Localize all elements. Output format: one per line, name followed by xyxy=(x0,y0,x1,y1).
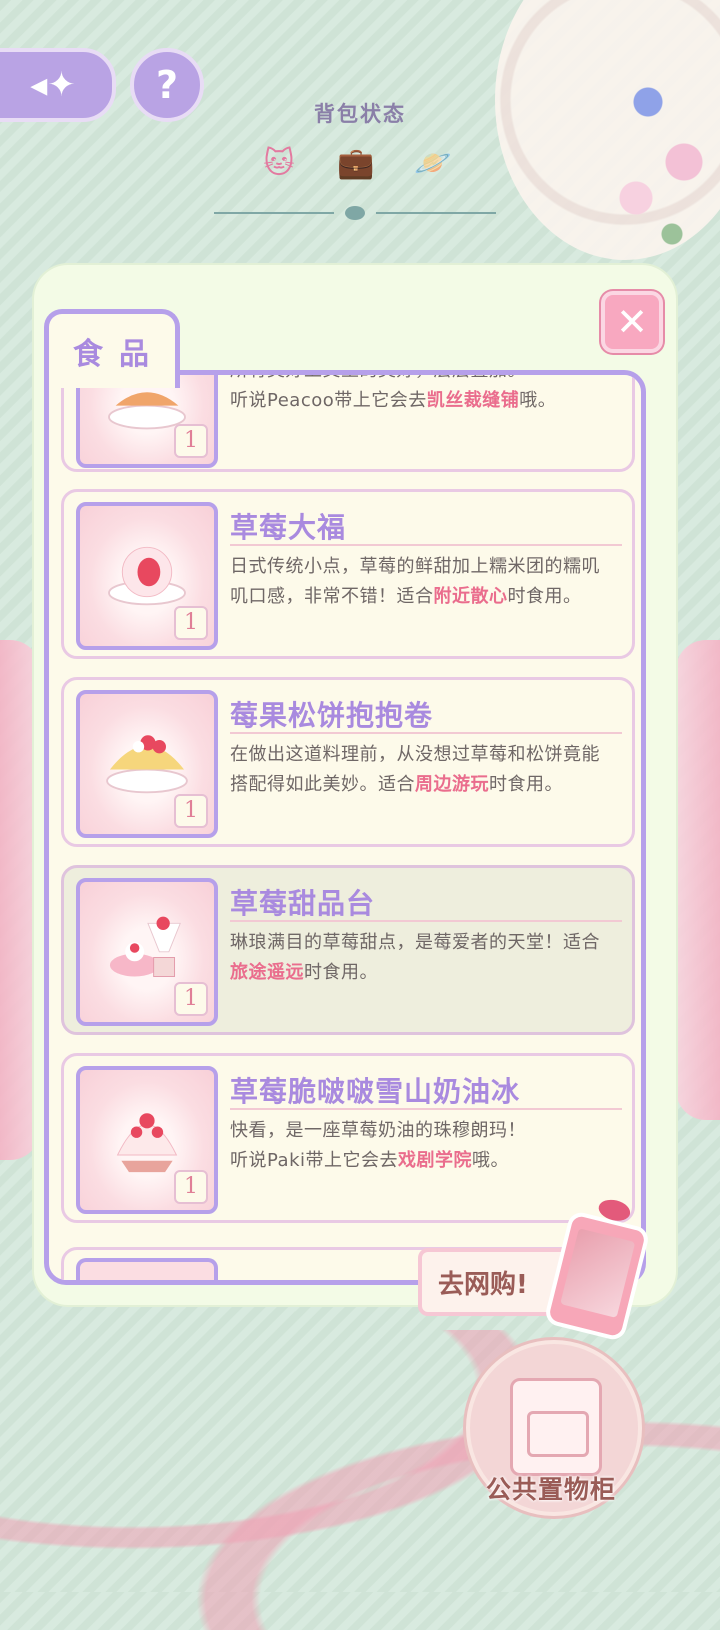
description-text: 时食用。 xyxy=(489,774,563,795)
flower-decoration xyxy=(600,30,720,270)
list-item[interactable]: 1 草莓大福日式传统小点，草莓的鲜甜加上糯米团的糯叽叽口感，非常不错！适合附近散心… xyxy=(61,489,635,659)
item-description: 快看，是一座草莓奶油的珠穆朗玛！ 听说Paki带上它会去戏剧学院哦。 xyxy=(230,1116,612,1176)
tab-food[interactable]: 食品 xyxy=(44,309,180,388)
destination-highlight: 凯丝裁缝铺 xyxy=(426,390,520,411)
description-text: 琳琅满目的草莓甜点，是莓爱者的天堂！适合 xyxy=(230,932,600,953)
bag-status-icons: 🐱 💼 🪐 xyxy=(256,140,456,188)
description-text: 哦。 xyxy=(472,1150,510,1171)
tab-food-label: 食品 xyxy=(73,337,165,372)
description-text: 时食用。 xyxy=(507,586,582,607)
description-text: 所有美好上交至的美好，层层叠加。 xyxy=(230,370,526,381)
go-shopping-label: 去网购! xyxy=(438,1269,528,1300)
planet-icon[interactable]: 🪐 xyxy=(410,140,456,186)
description-text: 快看，是一座草莓奶油的珠穆朗玛！ xyxy=(230,1120,526,1141)
description-text: 听说Peacoo带上它会去 xyxy=(230,390,427,411)
item-description: 日式传统小点，草莓的鲜甜加上糯米团的糯叽叽口感，非常不错！适合附近散心时食用。 xyxy=(230,552,612,612)
list-item[interactable]: 1 草莓甜品台琳琅满目的草莓甜点，是莓爱者的天堂！适合旅途遥远时食用。 xyxy=(61,865,635,1035)
food-thumbnail: 1 xyxy=(76,690,218,838)
right-side-decoration xyxy=(676,640,720,1120)
lace-doily-decoration xyxy=(495,0,720,260)
item-description: 琳琅满目的草莓甜点，是莓爱者的天堂！适合旅途遥远时食用。 xyxy=(230,928,612,988)
quantity-badge: 1 xyxy=(174,424,208,458)
item-name: 草莓脆啵啵雪山奶油冰 xyxy=(230,1070,622,1110)
food-thumbnail: 1 xyxy=(76,1066,218,1214)
public-cabinet-label: 公共置物柜 xyxy=(485,1475,616,1504)
item-name: 莓果松饼抱抱卷 xyxy=(230,694,622,734)
ornamental-divider xyxy=(214,206,496,220)
quantity-badge: 1 xyxy=(174,794,208,828)
destination-highlight: 旅途遥远 xyxy=(230,962,304,983)
food-icon xyxy=(116,1113,178,1173)
quantity-badge: 1 xyxy=(174,1170,208,1204)
quantity-badge: 1 xyxy=(174,606,208,640)
suitcase-icon[interactable]: 💼 xyxy=(333,140,379,186)
list-item[interactable]: 1 莓果松饼抱抱卷在做出这道料理前，从没想过草莓和松饼竟能搭配得如此美妙。适合周边… xyxy=(61,677,635,847)
food-icon xyxy=(108,546,186,606)
food-icon xyxy=(109,916,181,977)
description-text: 时食用。 xyxy=(304,962,378,983)
item-description: 所有美好上交至的美好，层层叠加。听说Peacoo带上它会去凯丝裁缝铺哦。 xyxy=(230,370,612,416)
item-description: 在做出这道料理前，从没想过草莓和松饼竟能搭配得如此美妙。适合周边游玩时食用。 xyxy=(230,740,612,800)
food-thumbnail xyxy=(76,1258,218,1280)
item-name: 草莓甜品台 xyxy=(230,882,622,922)
food-thumbnail: 1 xyxy=(76,878,218,1026)
food-icon xyxy=(106,735,188,794)
cat-bag-icon[interactable]: 🐱 xyxy=(256,140,302,186)
close-button[interactable]: ✕ xyxy=(601,291,663,353)
item-name: 草莓大福 xyxy=(230,506,622,546)
back-arrow-icon: ◂✦ xyxy=(30,65,76,105)
description-text: 听说Paki带上它会去 xyxy=(230,1150,399,1171)
quantity-badge: 1 xyxy=(174,982,208,1016)
destination-highlight: 附近散心 xyxy=(433,586,508,607)
list-item[interactable]: 1 草莓脆啵啵雪山奶油冰快看，是一座草莓奶油的珠穆朗玛！ 听说Paki带上它会去戏剧… xyxy=(61,1053,635,1223)
bag-status-title: 背包状态 xyxy=(314,102,406,126)
cabinet-icon xyxy=(510,1378,602,1476)
destination-highlight: 戏剧学院 xyxy=(398,1150,473,1171)
food-item-list[interactable]: 1 所有美好上交至的美好，层层叠加。 听说Peacoo带上它会去凯丝裁缝铺哦。 1 草莓… xyxy=(44,370,646,1285)
destination-highlight: 周边游玩 xyxy=(415,774,489,795)
description-text: 哦。 xyxy=(519,390,557,411)
food-thumbnail: 1 xyxy=(76,502,218,650)
